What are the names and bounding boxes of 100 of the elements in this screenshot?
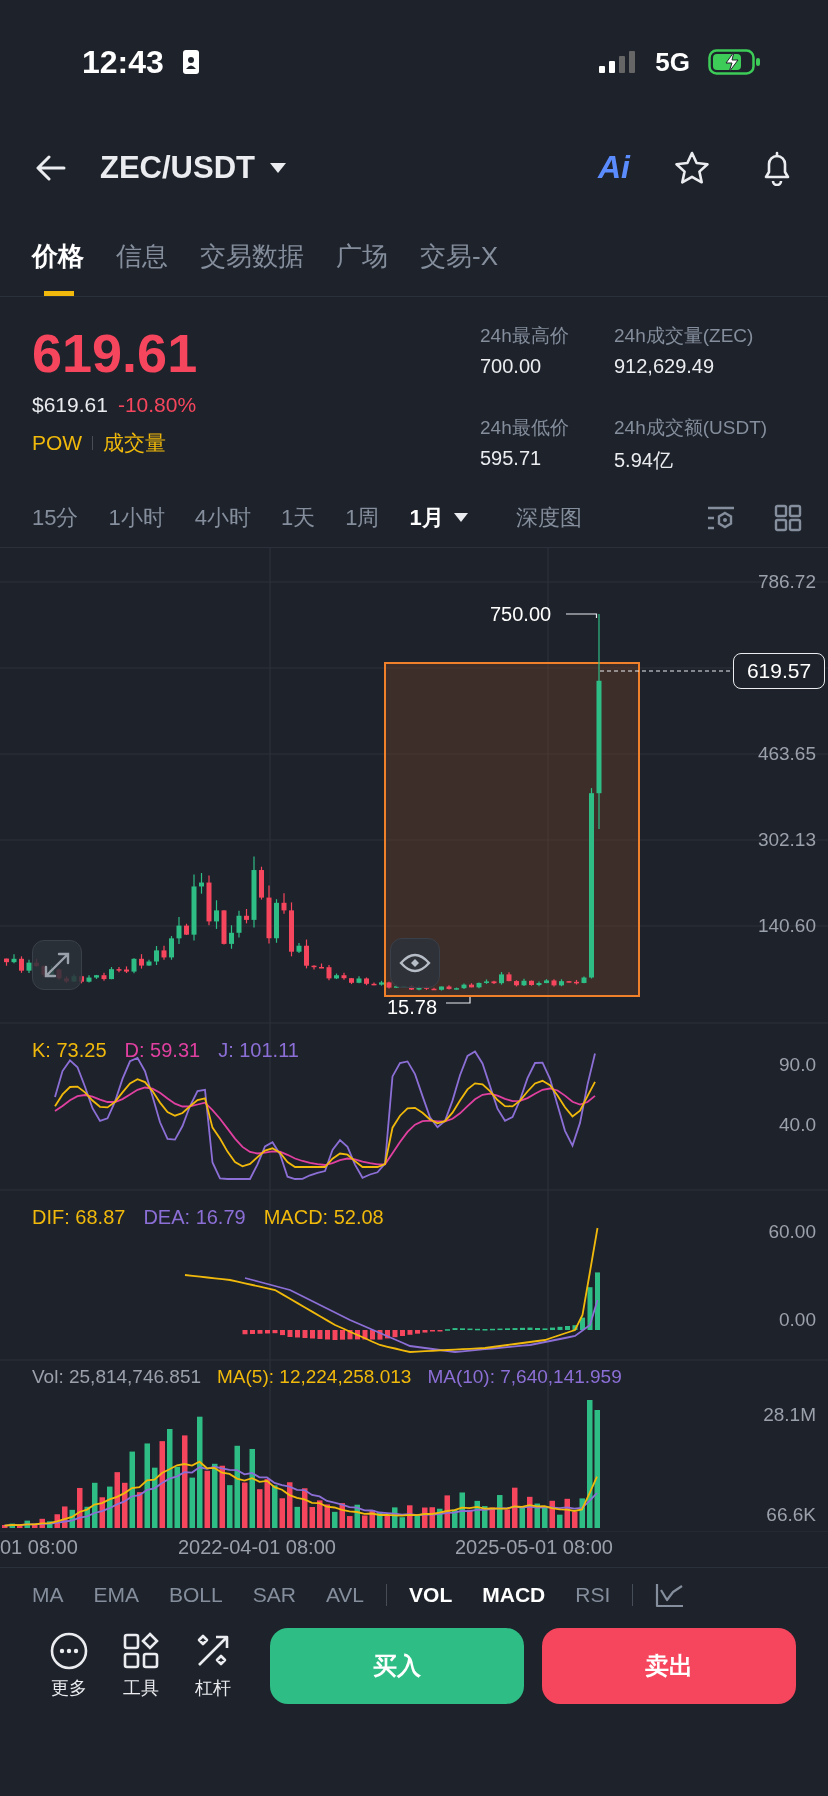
indicator-tab[interactable]: SAR: [252, 1583, 296, 1607]
stat-value: 912,629.49: [614, 355, 716, 378]
candlestick: [169, 935, 174, 961]
candlestick: [341, 972, 347, 981]
page-tab[interactable]: 价格: [32, 225, 84, 296]
interval-tab[interactable]: 4小时: [194, 502, 251, 533]
candlestick: [386, 981, 392, 990]
candlestick: [364, 976, 369, 986]
axis-label: 0.00: [779, 1309, 816, 1331]
candlestick: [581, 975, 587, 984]
coin-tag[interactable]: 成交量: [103, 429, 167, 457]
id-badge-icon: [181, 49, 200, 75]
indicator-tab[interactable]: MACD: [482, 1583, 546, 1607]
stat-value: 700.00: [480, 355, 543, 378]
candlestick: [289, 901, 294, 957]
candlestick: [379, 980, 384, 987]
candlestick: [296, 942, 302, 954]
candlestick: [454, 986, 459, 991]
date-label: 2025-05-01 08:00: [455, 1536, 613, 1559]
candlestick: [476, 981, 482, 989]
candlestick: [154, 945, 159, 966]
candlestick: [116, 966, 122, 973]
candlestick: [86, 974, 92, 984]
date-label: 01 08:00: [0, 1536, 78, 1559]
candlestick: [536, 980, 542, 987]
candlestick: [139, 953, 144, 970]
candlestick: [514, 979, 519, 988]
candlestick: [259, 866, 264, 901]
candlestick: [551, 978, 557, 988]
candlestick: [499, 971, 504, 986]
candlestick: [334, 972, 339, 980]
candlestick: [544, 978, 549, 984]
interval-tab[interactable]: 15分: [32, 502, 79, 533]
candlestick: [349, 977, 354, 985]
network-label: 5G: [655, 46, 690, 78]
candlestick: [214, 899, 219, 930]
candlestick: [26, 959, 32, 974]
indicator-value: MACD: 52.08: [263, 1206, 384, 1229]
axis-label: 90.0: [779, 1054, 816, 1076]
candlestick: [439, 985, 444, 992]
candlestick: [529, 979, 534, 987]
interval-tab[interactable]: 深度图: [515, 502, 582, 533]
candlestick: [281, 892, 287, 915]
page-tab[interactable]: 交易-X: [420, 225, 498, 296]
stat-label: 24h成交量(ZEC): [614, 324, 755, 348]
candlestick: [566, 980, 572, 984]
indicator-value: DEA: 16.79: [143, 1206, 246, 1229]
candlestick: [244, 908, 249, 924]
stat-label: 24h最低价: [480, 415, 570, 440]
indicator-value: D: 59.31: [124, 1039, 201, 1062]
visibility-button[interactable]: [390, 938, 440, 988]
candlestick: [131, 957, 137, 974]
candlestick: [371, 981, 377, 986]
back-arrow-icon[interactable]: [36, 154, 66, 181]
candlestick: [124, 965, 129, 974]
coin-tag[interactable]: POW: [32, 431, 83, 455]
caret-icon[interactable]: [269, 161, 287, 174]
indicator-tab[interactable]: BOLL: [169, 1583, 223, 1607]
candlestick: [461, 982, 467, 990]
interval-tab[interactable]: 1天: [281, 502, 316, 533]
indicator-tab[interactable]: RSI: [575, 1583, 611, 1607]
current-price-tag: 619.57: [733, 653, 825, 689]
ai-button[interactable]: Ai: [598, 149, 630, 186]
tool-button[interactable]: 工具: [122, 1632, 160, 1700]
candlestick: [319, 962, 324, 969]
candlestick: [311, 964, 317, 971]
low-price-label: 15.78: [387, 995, 438, 1019]
indicator-value: MA(10): 7,640,141.959: [427, 1366, 622, 1388]
candlestick: [574, 979, 579, 986]
candlestick: [146, 959, 152, 967]
page-tab[interactable]: 广场: [336, 225, 388, 296]
page-tab[interactable]: 信息: [116, 225, 168, 296]
interval-tab[interactable]: 1周: [345, 502, 380, 533]
page-tab[interactable]: 交易数据: [200, 225, 304, 296]
sell-button[interactable]: 卖出: [542, 1628, 796, 1704]
tool-button[interactable]: 杠杆: [194, 1632, 232, 1700]
stat-value: 595.71: [480, 446, 543, 470]
highlight-box[interactable]: [384, 662, 640, 997]
candlestick: [19, 955, 24, 974]
star-icon[interactable]: [674, 150, 710, 185]
eye-icon[interactable]: [399, 952, 431, 974]
chart-drawing-tool-icon[interactable]: [655, 1582, 686, 1608]
caret-icon[interactable]: [453, 513, 468, 522]
interval-tab[interactable]: 1月: [409, 502, 444, 533]
fullscreen-button[interactable]: [32, 940, 82, 990]
indicator-tab[interactable]: AVL: [325, 1583, 365, 1607]
indicator-tab[interactable]: MA: [32, 1583, 64, 1607]
candlestick: [484, 978, 489, 985]
interval-tab[interactable]: 1小时: [108, 502, 165, 533]
indicator-tab[interactable]: EMA: [93, 1583, 139, 1607]
battery-charging-icon: [708, 49, 762, 75]
last-price: 619.61: [32, 323, 199, 383]
pair-selector[interactable]: ZEC/USDT: [100, 149, 255, 186]
indicator-tab[interactable]: VOL: [409, 1583, 453, 1607]
candlestick: [4, 957, 9, 967]
candlestick: [431, 987, 437, 991]
grid-icon[interactable]: [774, 503, 802, 532]
leader-line: [445, 996, 471, 1004]
candlestick: [206, 874, 212, 926]
candlestick: [446, 984, 452, 991]
